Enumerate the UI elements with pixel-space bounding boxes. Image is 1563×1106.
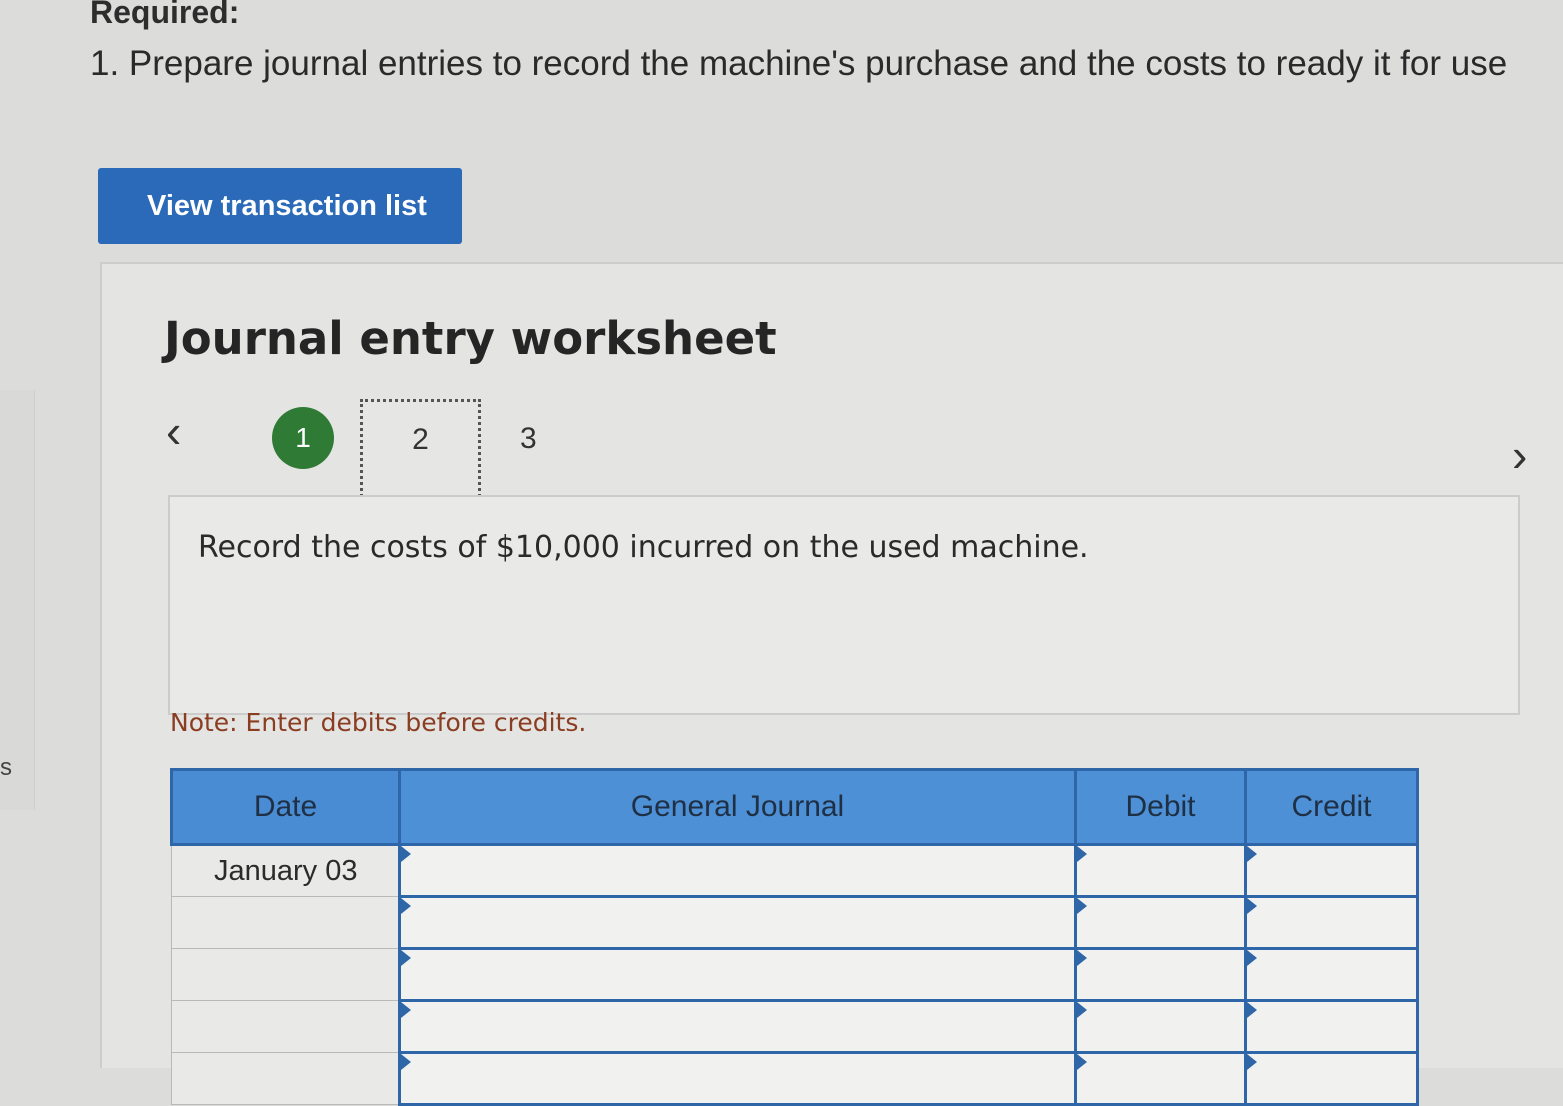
debit-cell[interactable] — [1074, 843, 1247, 898]
account-input[interactable] — [401, 1002, 1074, 1051]
instruction-text: 1. Prepare journal entries to record the… — [90, 44, 1508, 83]
worksheet-title: Journal entry worksheet — [164, 312, 777, 365]
table-row — [171, 947, 1419, 1002]
transaction-description: Record the costs of $10,000 incurred on … — [198, 530, 1089, 565]
date-header: Date — [170, 768, 401, 846]
date-cell: January 03 — [171, 844, 401, 897]
step-1-completed[interactable]: 1 — [272, 407, 334, 469]
table-row — [171, 999, 1419, 1054]
debit-input[interactable] — [1077, 1054, 1244, 1103]
credit-cell[interactable] — [1244, 895, 1419, 950]
debit-cell[interactable] — [1074, 895, 1247, 950]
credit-cell[interactable] — [1244, 999, 1419, 1054]
table-header-row: Date General Journal Debit Credit — [170, 768, 1419, 846]
general-journal-cell[interactable] — [398, 843, 1077, 898]
debit-input[interactable] — [1077, 1002, 1244, 1051]
left-side-panel — [0, 390, 35, 810]
table-row — [171, 1051, 1419, 1106]
transaction-description-box — [168, 495, 1520, 715]
account-input[interactable] — [401, 898, 1074, 947]
chevron-right-icon[interactable]: › — [1512, 432, 1527, 478]
credit-input[interactable] — [1247, 898, 1416, 947]
general-journal-cell[interactable] — [398, 1051, 1077, 1106]
debit-input[interactable] — [1077, 898, 1244, 947]
credit-cell[interactable] — [1244, 1051, 1419, 1106]
note-text: Note: Enter debits before credits. — [170, 708, 587, 737]
account-input[interactable] — [401, 1054, 1074, 1103]
chevron-left-icon[interactable]: ‹ — [166, 408, 181, 454]
step-3[interactable]: 3 — [520, 422, 537, 456]
debit-cell[interactable] — [1074, 999, 1247, 1054]
table-row: January 03 — [171, 843, 1419, 898]
credit-cell[interactable] — [1244, 947, 1419, 1002]
credit-input[interactable] — [1247, 846, 1416, 895]
credit-input[interactable] — [1247, 950, 1416, 999]
account-input[interactable] — [401, 846, 1074, 895]
required-heading: Required: — [90, 0, 240, 30]
step-2-current[interactable]: 2 — [360, 399, 481, 503]
general-journal-cell[interactable] — [398, 999, 1077, 1054]
general-journal-cell[interactable] — [398, 895, 1077, 950]
debit-header: Debit — [1074, 768, 1247, 846]
credit-cell[interactable] — [1244, 843, 1419, 898]
debit-input[interactable] — [1077, 950, 1244, 999]
debit-input[interactable] — [1077, 846, 1244, 895]
date-cell — [171, 896, 401, 949]
account-input[interactable] — [401, 950, 1074, 999]
credit-input[interactable] — [1247, 1054, 1416, 1103]
date-cell — [171, 1052, 401, 1105]
debit-cell[interactable] — [1074, 1051, 1247, 1106]
date-cell — [171, 1000, 401, 1053]
left-edge-text: s — [0, 754, 12, 781]
credit-header: Credit — [1244, 768, 1419, 846]
view-transaction-list-button[interactable]: View transaction list — [98, 168, 462, 244]
general-journal-cell[interactable] — [398, 947, 1077, 1002]
debit-cell[interactable] — [1074, 947, 1247, 1002]
table-row — [171, 895, 1419, 950]
journal-table: Date General Journal Debit Credit Januar… — [170, 768, 1419, 1106]
credit-input[interactable] — [1247, 1002, 1416, 1051]
general-journal-header: General Journal — [398, 768, 1077, 846]
date-cell — [171, 948, 401, 1001]
